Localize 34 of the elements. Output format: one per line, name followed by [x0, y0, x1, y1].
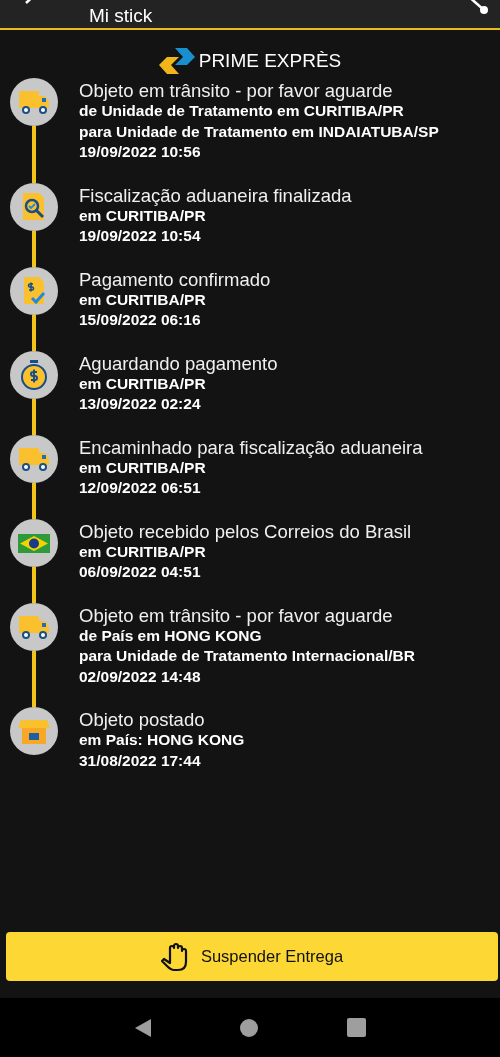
event-time: 15/09/2022 06:16	[79, 310, 202, 330]
event-title: Pagamento confirmado	[79, 268, 271, 290]
event-time: 19/09/2022 10:54	[79, 226, 202, 246]
event-time: 31/08/2022 17:44	[79, 750, 202, 771]
event-title: Objeto postado	[79, 709, 206, 730]
event-location: de País em HONG KONG	[79, 626, 263, 646]
event-location: em País: HONG KONG	[79, 730, 245, 750]
event-location: em CURITIBA/PR	[79, 374, 207, 394]
event-time: 06/09/2022 04:51	[79, 562, 202, 582]
suspend-delivery-button[interactable]: Suspender Entrega	[6, 932, 498, 981]
event-location: para Unidade de Tratamento em INDAIATUBA/SP	[79, 121, 439, 142]
event-time: 12/09/2022 06:51	[79, 478, 202, 498]
event-location: em CURITIBA/PR	[79, 290, 207, 310]
event-title: Objeto recebido pelos Correios do Brasil	[79, 520, 412, 542]
event-title: Objeto em trânsito - por favor aguarde	[79, 604, 394, 626]
event-title: Fiscalização aduaneira finalizada	[79, 184, 352, 206]
event-location: de Unidade de Tratamento em CURITIBA/PR	[79, 101, 405, 121]
screen-title: Mi stick	[89, 4, 153, 28]
event-title: Encaminhado para fiscalização aduaneira	[79, 436, 423, 458]
event-location: em CURITIBA/PR	[79, 206, 207, 226]
event-time: 02/09/2022 14:48	[79, 666, 202, 687]
home-nav-icon[interactable]	[240, 1018, 259, 1037]
event-title: Aguardando pagamento	[79, 352, 278, 374]
event-location: para Unidade de Tratamento Internacional/BR	[79, 646, 415, 666]
carrier-name: PRIME EXPRÈS	[198, 50, 342, 72]
logo-icon	[158, 48, 195, 74]
event-title: Objeto em trânsito - por favor aguarde	[79, 80, 394, 101]
event-location: em CURITIBA/PR	[79, 542, 207, 562]
back-nav-icon[interactable]	[134, 1017, 153, 1038]
event-location: em CURITIBA/PR	[79, 458, 207, 478]
event-time: 19/09/2022 10:56	[79, 142, 202, 162]
event-time: 13/09/2022 02:24	[79, 394, 202, 414]
recents-nav-icon[interactable]	[346, 1018, 366, 1037]
hand-icon	[160, 941, 189, 972]
